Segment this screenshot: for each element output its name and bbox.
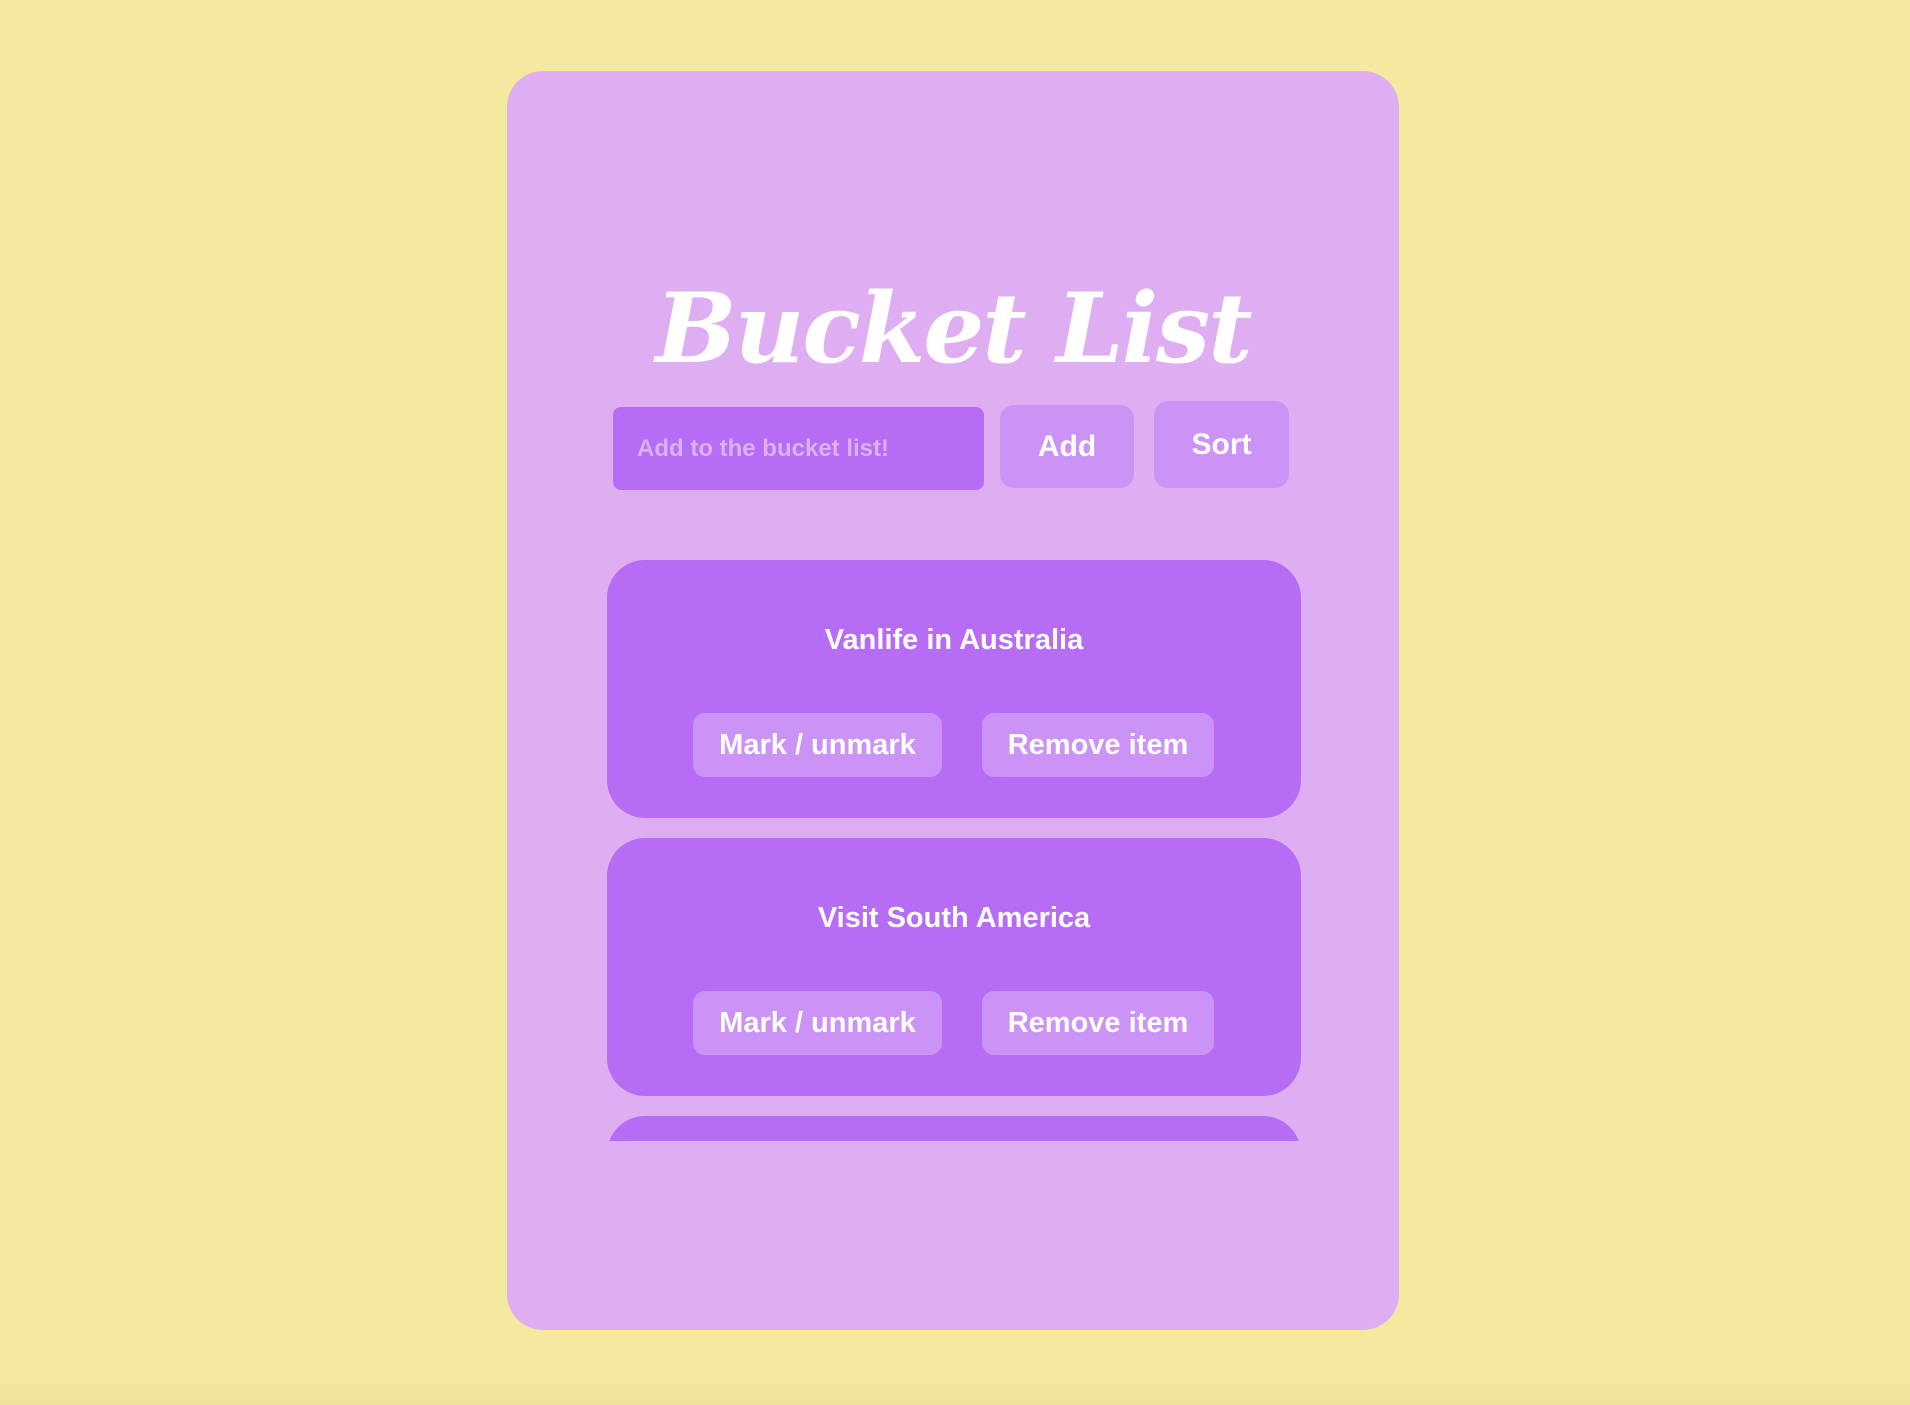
add-button[interactable]: Add	[1000, 405, 1134, 488]
remove-item-button[interactable]: Remove item	[982, 991, 1214, 1055]
mark-unmark-button[interactable]: Mark / unmark	[693, 713, 942, 777]
mark-unmark-button[interactable]: Mark / unmark	[693, 991, 942, 1055]
page-title: Bucket List	[655, 272, 1252, 385]
sort-button[interactable]: Sort	[1154, 401, 1289, 488]
remove-item-button[interactable]: Remove item	[982, 713, 1214, 777]
list-item-text: Vanlife in Australia	[824, 624, 1084, 656]
bucket-list[interactable]: Vanlife in Australia Mark / unmark Remov…	[607, 560, 1301, 1141]
list-item: Visit South America Mark / unmark Remove…	[607, 838, 1301, 1096]
page-bottom-shade	[0, 1375, 1910, 1405]
list-item	[607, 1116, 1301, 1141]
bucket-list-card: Bucket List Add Sort Vanlife in Australi…	[507, 71, 1399, 1330]
bucket-item-input[interactable]	[613, 407, 984, 490]
list-item: Vanlife in Australia Mark / unmark Remov…	[607, 560, 1301, 818]
list-item-text: Visit South America	[817, 902, 1091, 934]
